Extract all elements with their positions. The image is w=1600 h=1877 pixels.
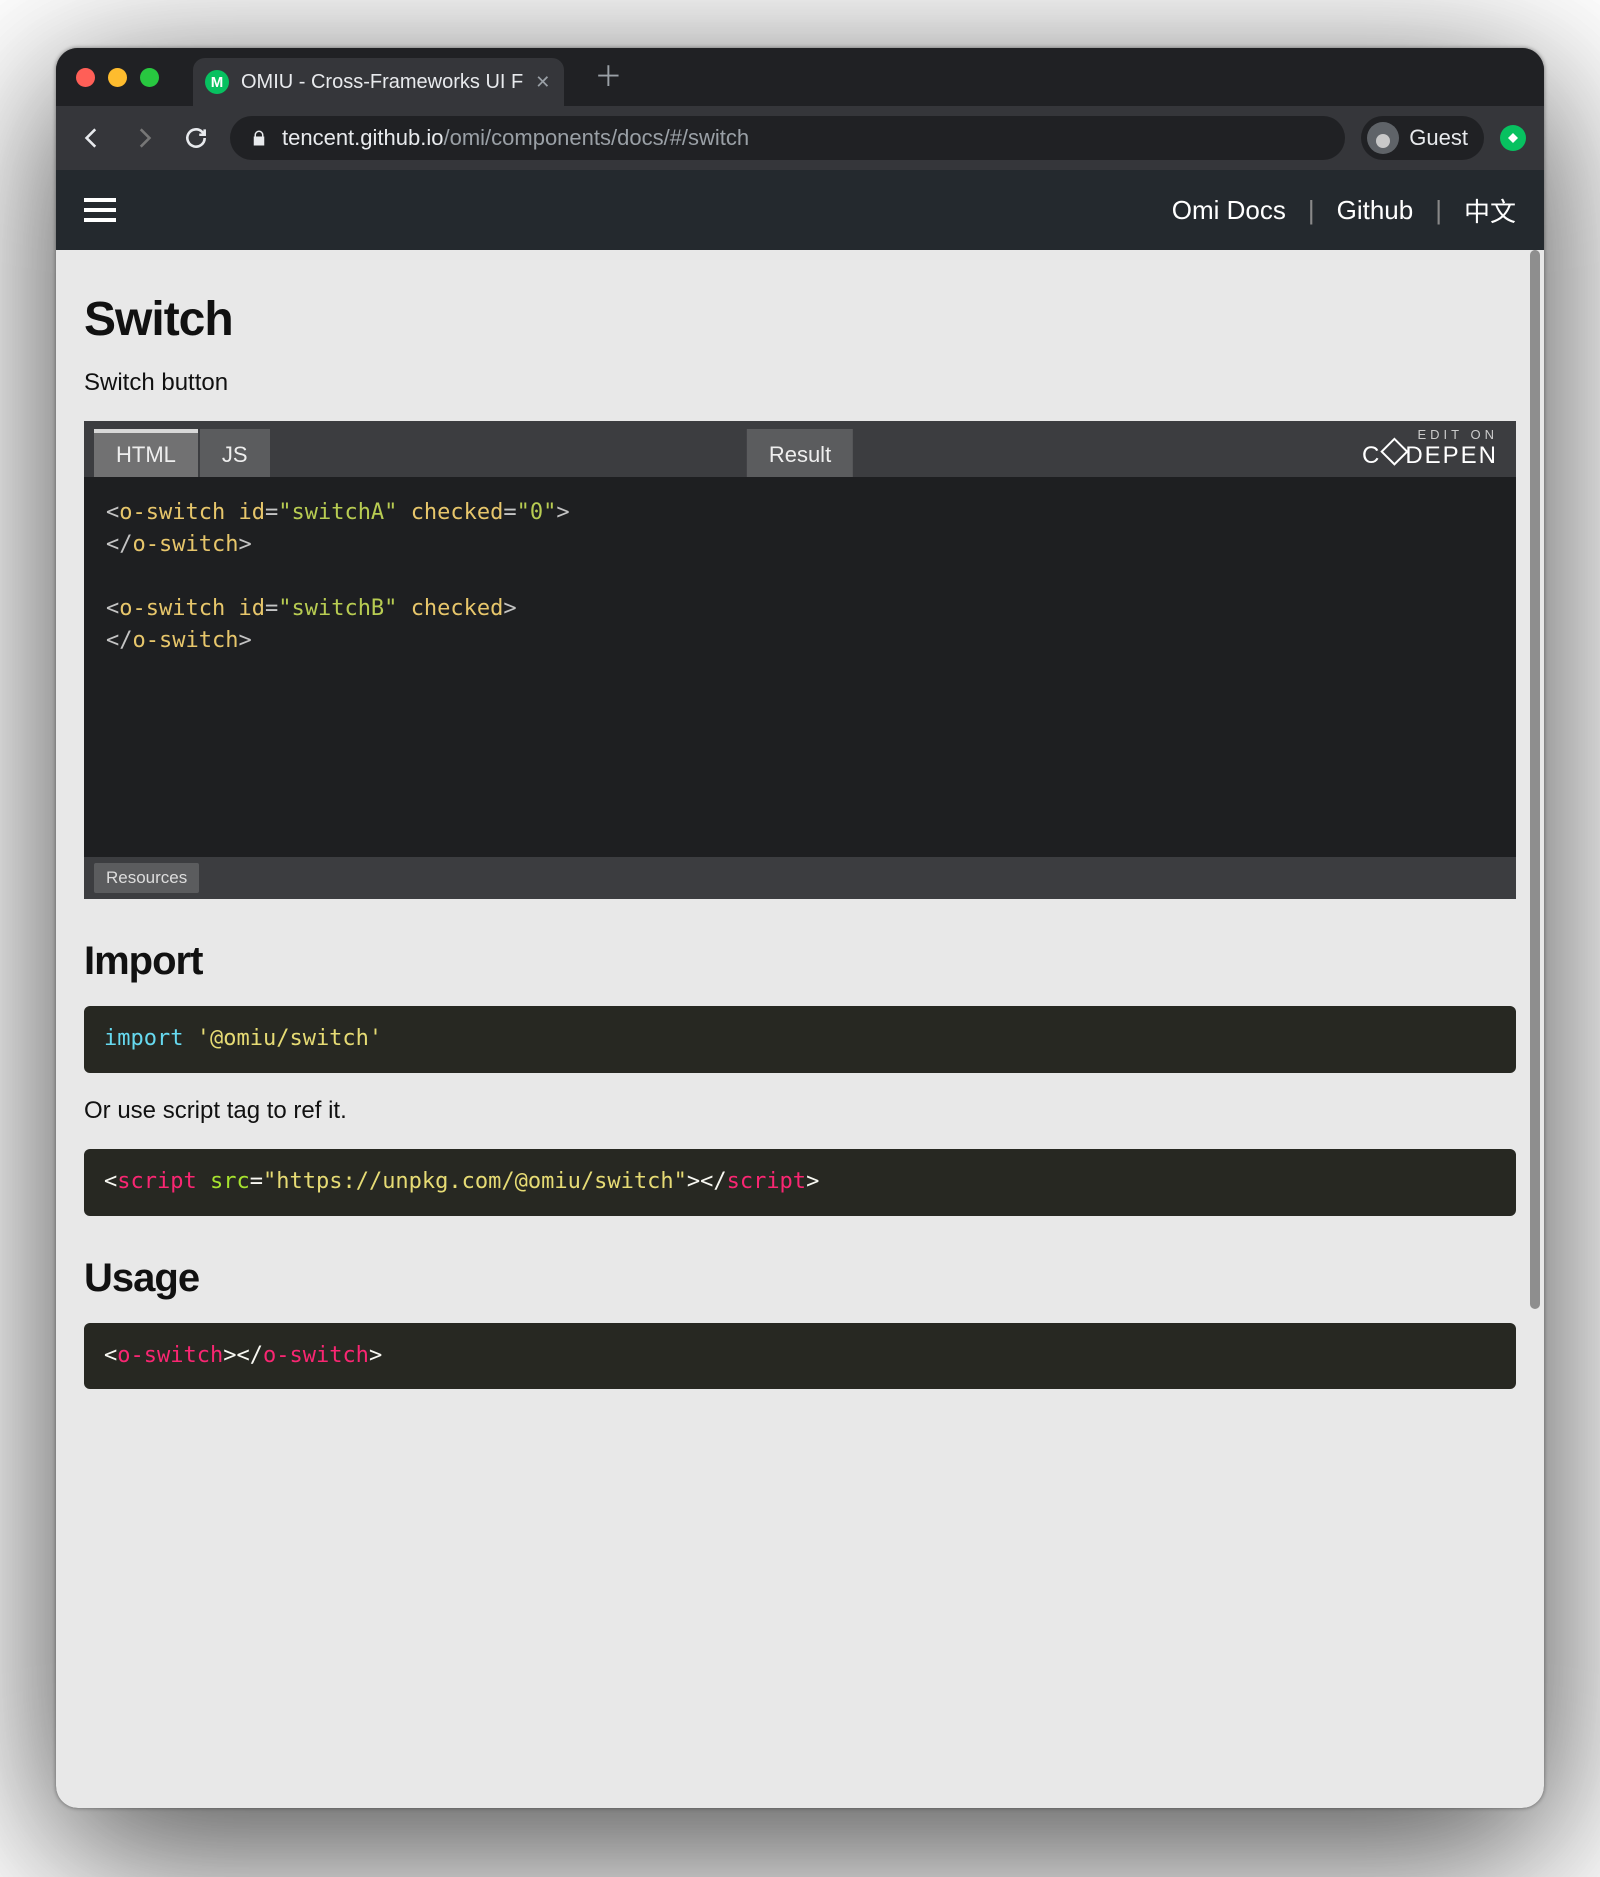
close-tab-icon[interactable]: ✕ bbox=[535, 72, 550, 93]
chrome-titlebar: M OMIU - Cross-Frameworks UI F ✕ ＋ bbox=[56, 48, 1544, 106]
or-use-text: Or use script tag to ref it. bbox=[84, 1097, 1516, 1125]
codepen-tabbar: HTML JS Result EDIT ON CDEPEN bbox=[84, 421, 1516, 477]
window-controls bbox=[76, 68, 159, 87]
usage-heading: Usage bbox=[84, 1256, 1516, 1301]
minimize-window-button[interactable] bbox=[108, 68, 127, 87]
script-code-block: <script src="https://unpkg.com/@omiu/swi… bbox=[84, 1149, 1516, 1216]
codepen-code: <o-switch id="switchA" checked="0"> </o-… bbox=[84, 477, 1516, 857]
nav-separator: | bbox=[1308, 195, 1315, 226]
page-viewport: Omi Docs | Github | 中文 Switch Switch but… bbox=[56, 170, 1544, 1808]
usage-code-block: <o-switch></o-switch> bbox=[84, 1323, 1516, 1390]
reload-button[interactable] bbox=[178, 125, 214, 151]
profile-label: Guest bbox=[1409, 125, 1468, 151]
address-bar[interactable]: tencent.github.io/omi/components/docs/#/… bbox=[230, 116, 1345, 160]
back-button[interactable] bbox=[74, 125, 110, 151]
import-code-block: import '@omiu/switch' bbox=[84, 1006, 1516, 1073]
favicon-icon: M bbox=[205, 70, 229, 94]
codepen-resources-button[interactable]: Resources bbox=[94, 863, 199, 893]
page-subtitle: Switch button bbox=[84, 369, 1516, 397]
nav-link-github[interactable]: Github bbox=[1337, 195, 1414, 226]
url-host: tencent.github.io bbox=[282, 125, 443, 150]
codepen-tab-html[interactable]: HTML bbox=[94, 429, 198, 477]
maximize-window-button[interactable] bbox=[140, 68, 159, 87]
codepen-tab-result[interactable]: Result bbox=[747, 429, 853, 477]
url-display: tencent.github.io/omi/components/docs/#/… bbox=[282, 125, 749, 151]
tab-title: OMIU - Cross-Frameworks UI F bbox=[241, 71, 523, 94]
page-title: Switch bbox=[84, 292, 1516, 347]
import-heading: Import bbox=[84, 939, 1516, 984]
new-tab-button[interactable]: ＋ bbox=[594, 63, 622, 91]
avatar-icon bbox=[1367, 122, 1399, 154]
codepen-tab-js[interactable]: JS bbox=[200, 429, 270, 477]
close-window-button[interactable] bbox=[76, 68, 95, 87]
codepen-edit-on-label: EDIT ON bbox=[1362, 427, 1498, 442]
browser-window: M OMIU - Cross-Frameworks UI F ✕ ＋ tence… bbox=[56, 48, 1544, 1808]
codepen-embed: HTML JS Result EDIT ON CDEPEN <o-switch … bbox=[84, 421, 1516, 899]
site-header: Omi Docs | Github | 中文 bbox=[56, 170, 1544, 250]
chrome-toolbar: tencent.github.io/omi/components/docs/#/… bbox=[56, 106, 1544, 170]
vertical-scrollbar[interactable] bbox=[1528, 250, 1542, 1808]
codepen-footer: Resources bbox=[84, 857, 1516, 899]
extension-button[interactable] bbox=[1500, 125, 1526, 151]
codepen-logo: CDEPEN bbox=[1362, 442, 1498, 470]
nav-link-omi-docs[interactable]: Omi Docs bbox=[1172, 195, 1286, 226]
forward-button[interactable] bbox=[126, 125, 162, 151]
scrollbar-thumb[interactable] bbox=[1530, 250, 1540, 1309]
profile-chip[interactable]: Guest bbox=[1361, 116, 1484, 160]
url-path: /omi/components/docs/#/switch bbox=[443, 125, 749, 150]
nav-link-chinese[interactable]: 中文 bbox=[1464, 192, 1516, 229]
doc-content: Switch Switch button HTML JS Result EDIT… bbox=[56, 250, 1544, 1808]
nav-separator: | bbox=[1435, 195, 1442, 226]
lock-icon bbox=[250, 129, 268, 147]
codepen-brand[interactable]: EDIT ON CDEPEN bbox=[1362, 427, 1498, 470]
menu-icon[interactable] bbox=[84, 198, 116, 222]
site-nav: Omi Docs | Github | 中文 bbox=[1172, 192, 1516, 229]
browser-tab[interactable]: M OMIU - Cross-Frameworks UI F ✕ bbox=[193, 58, 564, 106]
